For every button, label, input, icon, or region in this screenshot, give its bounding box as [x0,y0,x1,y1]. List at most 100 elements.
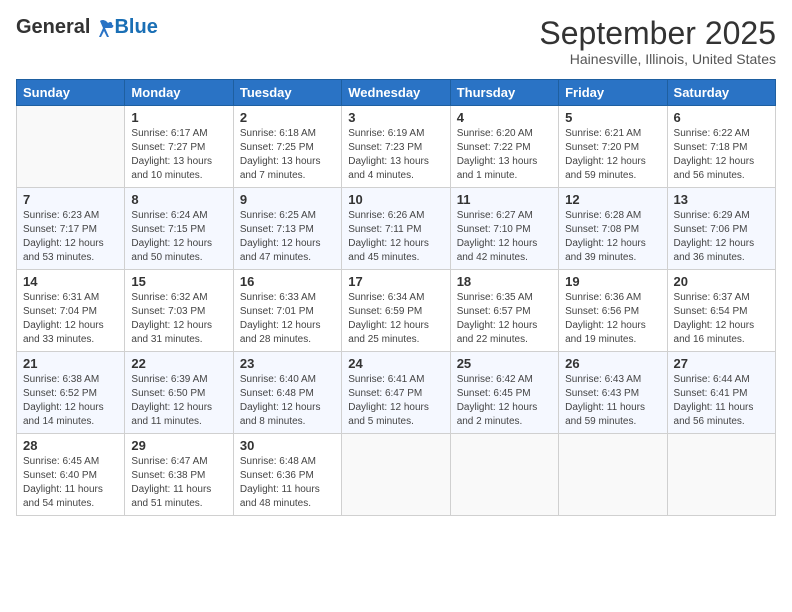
calendar-cell: 14Sunrise: 6:31 AM Sunset: 7:04 PM Dayli… [17,270,125,352]
day-number: 29 [131,438,226,453]
day-info: Sunrise: 6:18 AM Sunset: 7:25 PM Dayligh… [240,127,335,183]
calendar-cell: 11 Sunrise: 6:27 AM Sunset: 7:10 PM Dayli… [450,188,558,270]
calendar-cell [667,434,775,516]
calendar-cell: 28 Sunrise: 6:45 AM Sunset: 6:40 PM Dayli… [17,434,125,516]
day-number: 20 [674,274,769,289]
day-number: 7 [23,192,118,207]
calendar-cell: 6 Sunrise: 6:22 AM Sunset: 7:18 PM Daylig… [667,106,775,188]
calendar-cell [450,434,558,516]
calendar-cell: 8 Sunrise: 6:24 AM Sunset: 7:15 PM Daylig… [125,188,233,270]
day-info: Sunrise: 6:20 AM Sunset: 7:22 PM Dayligh… [457,127,552,183]
day-number: 5 [565,110,660,125]
calendar-week-row: 28 Sunrise: 6:45 AM Sunset: 6:40 PM Dayli… [17,434,776,516]
day-info: Sunrise: 6:38 AM Sunset: 6:52 PM Dayligh… [23,373,118,429]
logo-general-text: General [16,16,90,39]
calendar-cell: 4 Sunrise: 6:20 AM Sunset: 7:22 PM Daylig… [450,106,558,188]
day-info: Sunrise: 6:48 AM Sunset: 6:36 PM Dayligh… [240,455,335,511]
day-number: 12 [565,192,660,207]
logo-blue-text: Blue [114,16,157,39]
day-info: Sunrise: 6:28 AM Sunset: 7:08 PM Dayligh… [565,209,660,265]
day-number: 2 [240,110,335,125]
day-info: Sunrise: 6:27 AM Sunset: 7:10 PM Dayligh… [457,209,552,265]
day-info: Sunrise: 6:23 AM Sunset: 7:17 PM Dayligh… [23,209,118,265]
day-number: 4 [457,110,552,125]
day-info: Sunrise: 6:25 AM Sunset: 7:13 PM Dayligh… [240,209,335,265]
day-info: Sunrise: 6:45 AM Sunset: 6:40 PM Dayligh… [23,455,118,511]
day-number: 26 [565,356,660,371]
calendar-cell: 7 Sunrise: 6:23 AM Sunset: 7:17 PM Daylig… [17,188,125,270]
day-number: 13 [674,192,769,207]
calendar-cell: 1Sunrise: 6:17 AM Sunset: 7:27 PM Daylig… [125,106,233,188]
calendar-cell: 10 Sunrise: 6:26 AM Sunset: 7:11 PM Dayli… [342,188,450,270]
day-info: Sunrise: 6:41 AM Sunset: 6:47 PM Dayligh… [348,373,443,429]
weekday-row: SundayMondayTuesdayWednesdayThursdayFrid… [17,80,776,106]
calendar-cell: 15Sunrise: 6:32 AM Sunset: 7:03 PM Dayli… [125,270,233,352]
day-info: Sunrise: 6:24 AM Sunset: 7:15 PM Dayligh… [131,209,226,265]
calendar-cell: 19Sunrise: 6:36 AM Sunset: 6:56 PM Dayli… [559,270,667,352]
weekday-header: Tuesday [233,80,341,106]
day-info: Sunrise: 6:31 AM Sunset: 7:04 PM Dayligh… [23,291,118,347]
day-number: 16 [240,274,335,289]
calendar-title: September 2025 [539,16,776,51]
weekday-header: Thursday [450,80,558,106]
calendar-cell [342,434,450,516]
day-info: Sunrise: 6:47 AM Sunset: 6:38 PM Dayligh… [131,455,226,511]
day-number: 23 [240,356,335,371]
day-number: 22 [131,356,226,371]
day-info: Sunrise: 6:36 AM Sunset: 6:56 PM Dayligh… [565,291,660,347]
weekday-header: Monday [125,80,233,106]
calendar-cell: 5 Sunrise: 6:21 AM Sunset: 7:20 PM Daylig… [559,106,667,188]
day-info: Sunrise: 6:33 AM Sunset: 7:01 PM Dayligh… [240,291,335,347]
calendar-cell: 16 Sunrise: 6:33 AM Sunset: 7:01 PM Dayli… [233,270,341,352]
day-number: 21 [23,356,118,371]
day-number: 24 [348,356,443,371]
calendar-cell: 25 Sunrise: 6:42 AM Sunset: 6:45 PM Dayli… [450,352,558,434]
day-number: 17 [348,274,443,289]
weekday-header: Saturday [667,80,775,106]
weekday-header: Wednesday [342,80,450,106]
day-number: 6 [674,110,769,125]
day-info: Sunrise: 6:44 AM Sunset: 6:41 PM Dayligh… [674,373,769,429]
calendar-cell: 27Sunrise: 6:44 AM Sunset: 6:41 PM Dayli… [667,352,775,434]
day-info: Sunrise: 6:35 AM Sunset: 6:57 PM Dayligh… [457,291,552,347]
title-block: September 2025 Hainesville, Illinois, Un… [539,16,776,67]
calendar-cell: 2 Sunrise: 6:18 AM Sunset: 7:25 PM Daylig… [233,106,341,188]
calendar-week-row: 21 Sunrise: 6:38 AM Sunset: 6:52 PM Dayli… [17,352,776,434]
day-info: Sunrise: 6:37 AM Sunset: 6:54 PM Dayligh… [674,291,769,347]
weekday-header: Sunday [17,80,125,106]
day-info: Sunrise: 6:42 AM Sunset: 6:45 PM Dayligh… [457,373,552,429]
calendar-cell: 13Sunrise: 6:29 AM Sunset: 7:06 PM Dayli… [667,188,775,270]
day-number: 25 [457,356,552,371]
logo-bird-icon [92,19,114,37]
calendar-week-row: 1Sunrise: 6:17 AM Sunset: 7:27 PM Daylig… [17,106,776,188]
day-info: Sunrise: 6:21 AM Sunset: 7:20 PM Dayligh… [565,127,660,183]
calendar-week-row: 14Sunrise: 6:31 AM Sunset: 7:04 PM Dayli… [17,270,776,352]
calendar-body: 1Sunrise: 6:17 AM Sunset: 7:27 PM Daylig… [17,106,776,516]
day-number: 30 [240,438,335,453]
day-number: 10 [348,192,443,207]
day-info: Sunrise: 6:19 AM Sunset: 7:23 PM Dayligh… [348,127,443,183]
weekday-header: Friday [559,80,667,106]
calendar-header: SundayMondayTuesdayWednesdayThursdayFrid… [17,80,776,106]
day-info: Sunrise: 6:34 AM Sunset: 6:59 PM Dayligh… [348,291,443,347]
calendar-cell: 24 Sunrise: 6:41 AM Sunset: 6:47 PM Dayli… [342,352,450,434]
calendar-cell: 9Sunrise: 6:25 AM Sunset: 7:13 PM Daylig… [233,188,341,270]
day-number: 8 [131,192,226,207]
calendar-cell: 26Sunrise: 6:43 AM Sunset: 6:43 PM Dayli… [559,352,667,434]
calendar-cell [17,106,125,188]
day-info: Sunrise: 6:22 AM Sunset: 7:18 PM Dayligh… [674,127,769,183]
calendar-week-row: 7 Sunrise: 6:23 AM Sunset: 7:17 PM Daylig… [17,188,776,270]
day-info: Sunrise: 6:39 AM Sunset: 6:50 PM Dayligh… [131,373,226,429]
day-info: Sunrise: 6:17 AM Sunset: 7:27 PM Dayligh… [131,127,226,183]
day-info: Sunrise: 6:26 AM Sunset: 7:11 PM Dayligh… [348,209,443,265]
calendar-cell: 29 Sunrise: 6:47 AM Sunset: 6:38 PM Dayli… [125,434,233,516]
day-number: 3 [348,110,443,125]
calendar-cell: 23Sunrise: 6:40 AM Sunset: 6:48 PM Dayli… [233,352,341,434]
calendar-table: SundayMondayTuesdayWednesdayThursdayFrid… [16,79,776,516]
day-number: 11 [457,192,552,207]
day-number: 28 [23,438,118,453]
calendar-subtitle: Hainesville, Illinois, United States [539,51,776,67]
page-header: General Blue September 2025 Hainesville,… [16,16,776,67]
day-number: 15 [131,274,226,289]
logo: General Blue [16,16,158,39]
